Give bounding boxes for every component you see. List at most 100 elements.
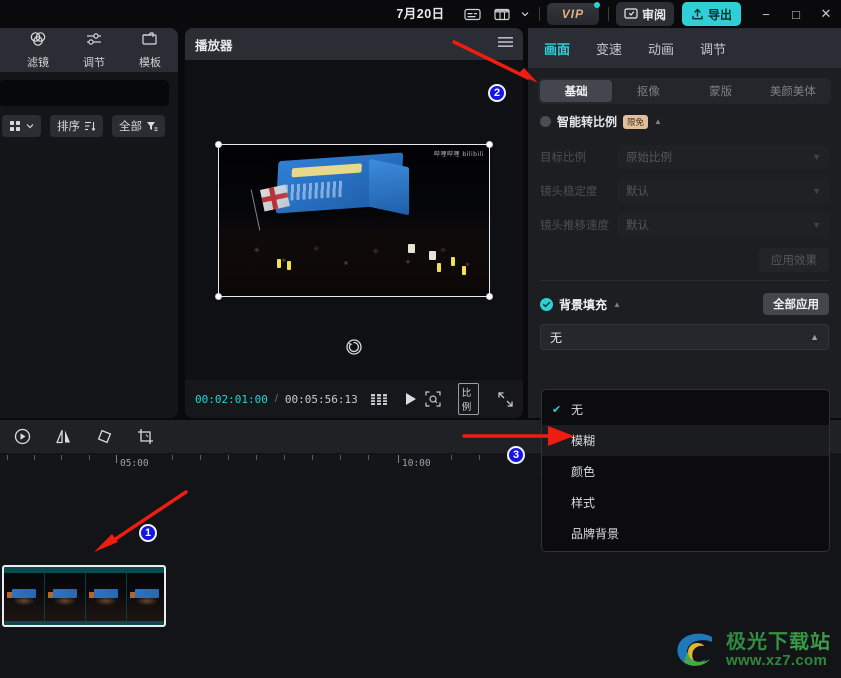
caret-up-icon: ▲ — [810, 332, 819, 342]
video-source-watermark: 哔哩哔哩 bilibili — [433, 150, 484, 158]
field-label: 目标比例 — [540, 152, 586, 164]
tab-speed[interactable]: 变速 — [596, 39, 622, 58]
field-row: 镜头稳定度 默认 ▼ — [538, 174, 831, 208]
player-panel: 播放器 哔哩哔哩 bilibili 00:02:01:00 / 00:05:56… — [185, 28, 523, 418]
fullscreen-icon[interactable] — [498, 391, 513, 407]
lightstick — [462, 265, 466, 275]
tab-picture[interactable]: 画面 — [544, 39, 570, 58]
smart-ratio-toggle[interactable] — [540, 116, 551, 127]
titlebar-divider-2 — [607, 7, 609, 21]
export-icon — [692, 8, 703, 19]
check-icon: ✔ — [552, 404, 562, 416]
dropdown-option-label: 样式 — [571, 496, 596, 510]
stage-banner-side — [369, 158, 409, 215]
sort-icon — [85, 121, 96, 132]
target-ratio-select[interactable]: 原始比例 ▼ — [618, 145, 829, 169]
subtab-keying[interactable]: 抠像 — [612, 80, 684, 102]
view-mode-button[interactable] — [2, 115, 41, 137]
dropdown-option-none[interactable]: ✔ 无 — [542, 394, 829, 425]
play-circle-icon[interactable] — [14, 428, 31, 445]
frames-icon[interactable] — [370, 393, 388, 406]
resize-handle-top-left[interactable] — [215, 140, 222, 148]
field-value: 默认 — [626, 186, 649, 198]
total-time: 00:05:56:13 — [284, 392, 358, 406]
annotation-marker-2: 2 — [488, 84, 506, 102]
phone-light — [429, 250, 436, 260]
resize-handle-bottom-right[interactable] — [486, 292, 493, 300]
camera-stability-select[interactable]: 默认 ▼ — [618, 179, 829, 203]
ruler-label: 05:00 — [120, 458, 149, 469]
subtab-beauty[interactable]: 美颜美体 — [757, 80, 829, 102]
background-fill-select[interactable]: 无 ▲ — [540, 324, 829, 350]
template-icon — [141, 31, 159, 52]
crop-icon[interactable] — [137, 428, 154, 445]
sidebar-item-filters[interactable]: 滤镜 — [10, 28, 66, 72]
smart-ratio-row[interactable]: 智能转比例 限免 ▲ — [538, 104, 831, 134]
subtab-mask[interactable]: 蒙版 — [685, 80, 757, 102]
properties-tab-bar: 画面 变速 动画 调节 — [528, 28, 841, 68]
play-icon[interactable] — [405, 392, 418, 406]
watermark-text: 极光下载站 www.xz7.com — [726, 631, 831, 669]
subtab-basic[interactable]: 基础 — [540, 80, 613, 102]
mirror-icon[interactable] — [55, 428, 72, 445]
rotate-shape-icon[interactable] — [96, 428, 113, 445]
sort-button[interactable]: 排序 — [50, 115, 103, 137]
close-button[interactable]: ✕ — [811, 0, 841, 28]
clip-thumbnail — [86, 573, 127, 621]
clip-thumbnail — [45, 573, 86, 621]
rotate-icon[interactable] — [345, 338, 363, 356]
player-header: 播放器 — [185, 28, 523, 60]
apply-effect-row: 应用效果 — [538, 242, 831, 272]
sidebar-item-templates[interactable]: 模板 — [122, 28, 178, 72]
background-fill-checkbox[interactable] — [540, 297, 553, 311]
video-selection-frame[interactable]: 哔哩哔哩 bilibili — [215, 140, 493, 300]
chevron-down-icon: ▼ — [812, 186, 821, 196]
hamburger-icon[interactable] — [498, 35, 513, 53]
review-label: 审阅 — [641, 7, 666, 22]
vip-label: VIP — [561, 7, 585, 21]
field-value: 原始比例 — [626, 152, 672, 164]
sidebar-item-adjust[interactable]: 调节 — [66, 28, 122, 72]
focus-icon[interactable] — [425, 391, 441, 407]
export-button[interactable]: 导出 — [681, 2, 741, 26]
dropdown-option-label: 颜色 — [571, 465, 596, 479]
subtitle-icon[interactable] — [458, 0, 488, 28]
background-fill-label: 背景填充 — [559, 297, 608, 312]
resize-handle-top-right[interactable] — [486, 140, 493, 148]
caret-up-icon[interactable]: ▲ — [654, 117, 662, 126]
dropdown-option-style[interactable]: 样式 — [542, 487, 829, 518]
field-label: 镜头推移速度 — [540, 220, 609, 232]
minimize-button[interactable]: − — [751, 0, 781, 28]
filter-all-label: 全部 — [119, 121, 142, 133]
background-fill-header: 背景填充 ▲ 全部应用 — [538, 289, 831, 315]
chevron-down-icon — [26, 124, 34, 129]
player-stage: 哔哩哔哩 bilibili — [185, 60, 523, 380]
tab-adjust[interactable]: 调节 — [700, 39, 726, 58]
watermark-url: www.xz7.com — [726, 651, 828, 669]
caret-up-icon[interactable]: ▲ — [613, 300, 621, 309]
lightstick — [451, 256, 455, 266]
apply-all-button[interactable]: 全部应用 — [763, 293, 829, 315]
dropdown-option-color[interactable]: 颜色 — [542, 456, 829, 487]
limited-free-badge: 限免 — [623, 114, 649, 129]
layout-icon[interactable] — [488, 0, 518, 28]
dropdown-option-brand-background[interactable]: 品牌背景 — [542, 518, 829, 549]
maximize-button[interactable]: □ — [781, 0, 811, 28]
camera-pan-speed-select[interactable]: 默认 ▼ — [618, 213, 829, 237]
layout-chevron-down-icon[interactable] — [518, 0, 532, 28]
filter-all-button[interactable]: 全部 — [112, 115, 165, 137]
resize-handle-bottom-left[interactable] — [215, 292, 222, 300]
ratio-button[interactable]: 比例 — [457, 383, 479, 415]
left-sidebar: 滤镜 调节 模板 排序 全部 — [0, 28, 178, 418]
site-watermark: 极光下载站 www.xz7.com — [674, 630, 831, 670]
search-input[interactable] — [0, 80, 169, 106]
review-button[interactable]: 审阅 — [615, 2, 674, 26]
chevron-down-icon: ▼ — [812, 220, 821, 230]
aurora-logo-icon — [677, 633, 712, 666]
dropdown-option-blur[interactable]: 模糊 — [542, 425, 829, 456]
tab-animation[interactable]: 动画 — [648, 39, 674, 58]
video-clip[interactable] — [2, 565, 166, 627]
apply-effect-button[interactable]: 应用效果 — [759, 248, 829, 272]
video-preview-image: 哔哩哔哩 bilibili — [219, 144, 489, 296]
vip-button[interactable]: VIP — [546, 2, 600, 25]
